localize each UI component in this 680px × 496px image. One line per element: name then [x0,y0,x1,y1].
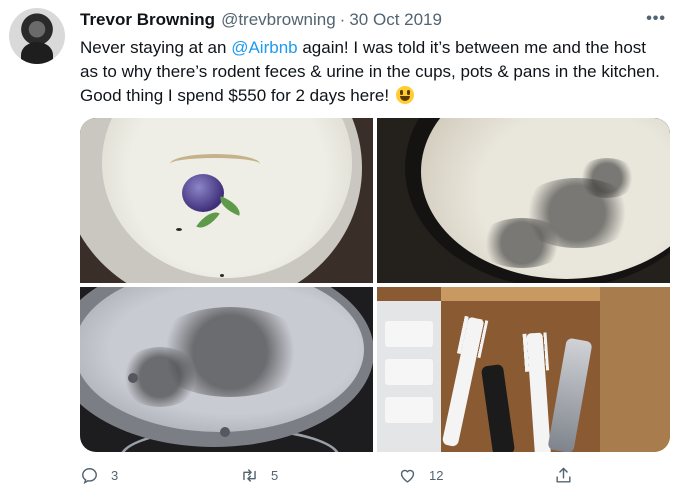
share-button[interactable] [554,466,585,485]
share-icon [556,467,571,483]
retweet-icon [243,469,256,482]
like-button[interactable]: 12 [398,466,443,485]
author-handle[interactable]: @trevbrowning [221,10,336,30]
heart-icon [400,469,415,483]
author-name[interactable]: Trevor Browning [80,10,215,30]
tweet: Trevor Browning @trevbrowning · 30 Oct 2… [0,0,680,496]
reply-icon [82,468,97,485]
separator-dot: · [339,10,346,29]
photo-dirty-pot[interactable] [80,287,373,452]
reply-button[interactable]: 3 [80,466,118,485]
tweet-date[interactable]: 30 Oct 2019 [349,10,442,30]
mention-link[interactable]: @Airbnb [231,38,297,57]
photo-utensil-drawer[interactable] [377,287,670,452]
like-count: 12 [429,468,444,483]
photo-bowl-with-droppings[interactable] [377,118,670,283]
more-options-icon[interactable]: ••• [646,10,666,28]
avatar[interactable] [9,8,65,64]
tweet-text: Never staying at an @Airbnb again! I was… [80,36,660,108]
tweet-header: Trevor Browning @trevbrowning · 30 Oct 2… [80,10,442,32]
photo-bowl-with-plum[interactable] [80,118,373,283]
reply-count: 3 [111,468,119,483]
retweet-count: 5 [271,468,279,483]
grinning-face-emoji-icon [395,86,414,104]
tweet-actions: 3 5 12 [80,466,600,490]
tweet-text-start: Never staying at an [80,38,232,57]
media-grid [80,118,670,452]
retweet-button[interactable]: 5 [240,466,278,485]
